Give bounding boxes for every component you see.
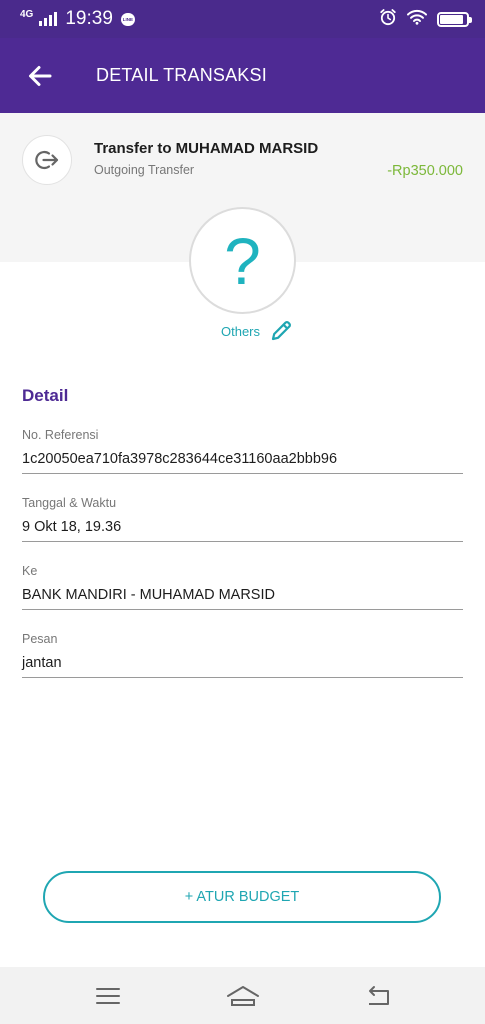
alarm-icon <box>379 8 397 31</box>
question-mark-icon: ? <box>224 223 261 298</box>
field-value: 1c20050ea710fa3978c283644ce31160aa2bbb96 <box>22 451 338 467</box>
transaction-title: Transfer to MUHAMAD MARSID <box>94 140 319 157</box>
status-time: 19:39 <box>65 8 113 29</box>
home-icon <box>226 985 259 1006</box>
home-button[interactable] <box>218 976 268 1016</box>
field-value: jantan <box>22 655 62 671</box>
field-label: Ke <box>22 564 38 578</box>
detail-heading: Detail <box>22 386 69 405</box>
status-bar-left: 4G 19:39 LINE <box>20 8 135 30</box>
set-budget-button[interactable]: + ATUR BUDGET <box>43 871 441 923</box>
network-type: 4G <box>20 9 34 20</box>
status-bar: 4G 19:39 LINE <box>0 0 485 38</box>
back-nav-icon <box>368 985 389 1005</box>
system-nav-bar <box>0 967 485 1024</box>
wifi-icon <box>407 9 427 30</box>
edit-category-button[interactable] <box>268 318 294 344</box>
recipient-field: Ke BANK MANDIRI - MUHAMAD MARSID <box>22 564 463 610</box>
outgoing-transfer-icon <box>22 135 72 185</box>
category-icon-button[interactable]: ? <box>189 207 296 314</box>
field-label: Tanggal & Waktu <box>22 496 117 510</box>
pencil-icon <box>271 321 291 341</box>
line-notification-icon: LINE <box>120 12 135 26</box>
battery-icon <box>437 11 472 27</box>
arrow-left-icon <box>29 65 52 86</box>
field-label: Pesan <box>22 632 58 646</box>
back-button[interactable] <box>0 38 80 113</box>
transaction-amount: -Rp350.000 <box>387 163 463 179</box>
field-label: No. Referensi <box>22 428 99 442</box>
transaction-type: Outgoing Transfer <box>94 163 195 177</box>
date-time-field: Tanggal & Waktu 9 Okt 18, 19.36 <box>22 496 463 542</box>
category-row: Others <box>0 318 485 344</box>
status-bar-right <box>379 8 472 31</box>
back-nav-button[interactable] <box>353 976 403 1016</box>
app-bar: DETAIL TRANSAKSI <box>0 38 485 113</box>
field-value: BANK MANDIRI - MUHAMAD MARSID <box>22 587 275 603</box>
field-value: 9 Okt 18, 19.36 <box>22 519 122 535</box>
category-label: Others <box>220 323 260 339</box>
message-field: Pesan jantan <box>22 632 463 678</box>
page-title: DETAIL TRANSAKSI <box>96 65 267 85</box>
reference-number-field: No. Referensi 1c20050ea710fa3978c283644c… <box>22 428 463 474</box>
menu-button[interactable] <box>83 976 133 1016</box>
menu-icon <box>95 987 120 1004</box>
signal-icon <box>39 12 58 26</box>
